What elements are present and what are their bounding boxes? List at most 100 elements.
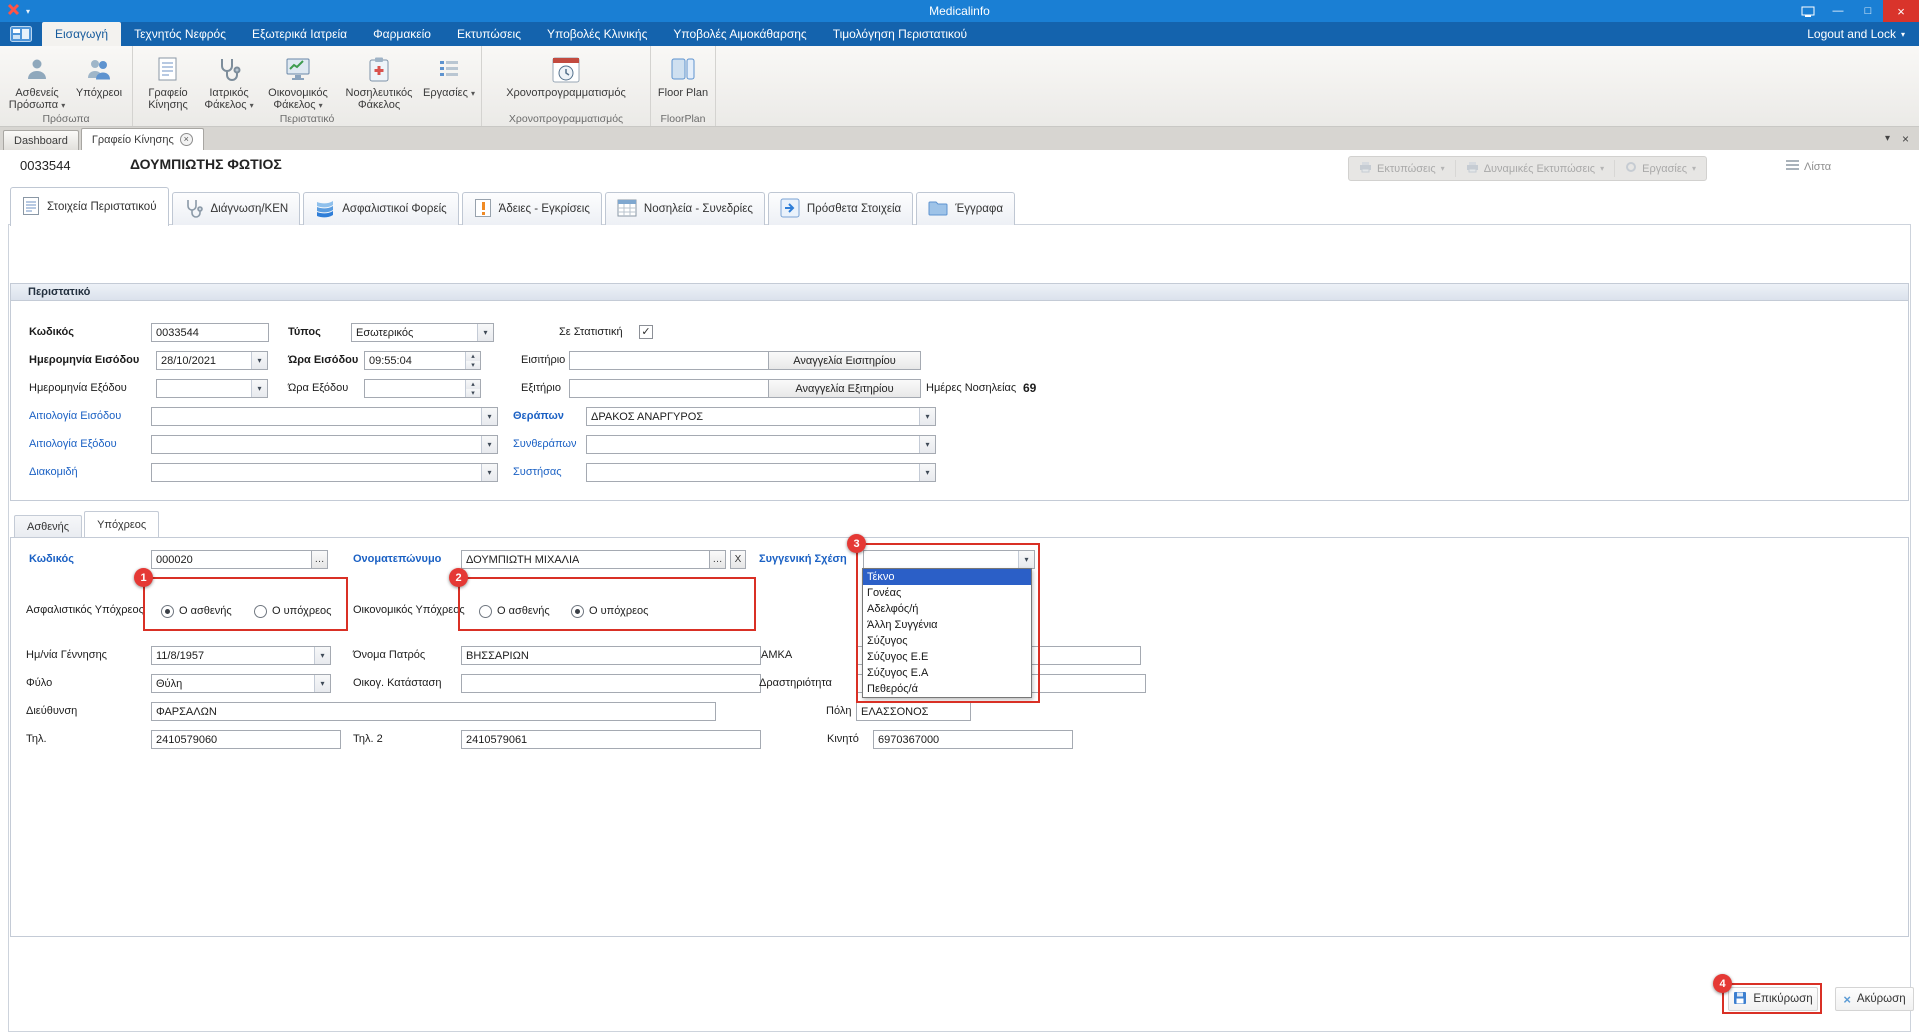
relation-option-syzygos[interactable]: Σύζυγος <box>863 633 1031 649</box>
tab-diagnosis-ken[interactable]: Διάγνωση/ΚΕΝ <box>172 192 301 225</box>
entry-reason-combo[interactable]: ▾ <box>151 407 498 426</box>
relation-label[interactable]: Συγγενική Σχέση <box>759 550 847 569</box>
menu-item-eksoterika-iatreia[interactable]: Εξωτερικά Ιατρεία <box>239 22 360 46</box>
address-input[interactable]: ΦΑΡΣΑΛΩΝ <box>151 702 716 721</box>
tab-close-icon[interactable]: × <box>180 133 193 146</box>
marital-status-input[interactable] <box>461 674 761 693</box>
obligors-button[interactable]: Υπόχρεοι <box>70 49 128 99</box>
insurance-obligor-radio-label[interactable]: Ο υπόχρεος <box>272 602 331 621</box>
confirm-button[interactable]: Επικύρωση <box>1728 987 1818 1011</box>
relation-option-petheros[interactable]: Πεθερός/ά <box>863 681 1031 697</box>
exit-time-input[interactable]: ▴▾ <box>364 379 481 398</box>
mobile-input[interactable]: 6970367000 <box>873 730 1073 749</box>
city-input[interactable]: ΕΛΑΣΣΟΝΟΣ <box>856 702 971 721</box>
tab-patient[interactable]: Ασθενής <box>14 515 82 537</box>
spin-down-icon[interactable]: ▾ <box>466 361 480 370</box>
floorplan-button[interactable]: Floor Plan <box>655 49 711 99</box>
exit-date-dropdown-icon[interactable]: ▾ <box>251 380 267 397</box>
co-doctor-combo[interactable]: ▾ <box>586 435 936 454</box>
birth-date-input[interactable]: 11/8/1957▾ <box>151 646 331 665</box>
entry-time-spinner[interactable]: ▴▾ <box>465 352 480 369</box>
exit-reason-label[interactable]: Αιτιολογία Εξόδου <box>29 435 117 454</box>
menu-item-eisagogi[interactable]: Εισαγωγή <box>42 22 121 46</box>
relation-option-syzygos-ee[interactable]: Σύζυγος Ε.Ε <box>863 649 1031 665</box>
discharge-input[interactable]: Αναγγελία Εξιτηρίου <box>569 379 921 398</box>
tab-obligor[interactable]: Υπόχρεος <box>84 511 159 537</box>
menu-item-ypovoles-aimokatharsis[interactable]: Υποβολές Αιμοκάθαρσης <box>660 22 819 46</box>
insurance-patient-radio-label[interactable]: Ο ασθενής <box>179 602 232 621</box>
incident-code-input[interactable]: 0033544 <box>151 323 269 342</box>
list-button[interactable]: Λίστα <box>1786 160 1831 174</box>
obligor-code-input[interactable]: 000020… <box>151 550 328 569</box>
tab-dashboard[interactable]: Dashboard <box>3 130 79 150</box>
tab-bar-close-icon[interactable]: × <box>1902 132 1909 146</box>
tab-incident-details[interactable]: Στοιχεία Περιστατικού <box>10 187 169 226</box>
discharge-announce-button[interactable]: Αναγγελία Εξιτηρίου <box>768 380 920 397</box>
logout-and-lock-button[interactable]: Logout and Lock ▾ <box>1807 22 1919 46</box>
insurance-patient-radio[interactable] <box>161 605 174 618</box>
phone2-input[interactable]: 2410579061 <box>461 730 761 749</box>
spin-down-icon[interactable]: ▾ <box>466 389 480 398</box>
referrer-dropdown-icon[interactable]: ▾ <box>919 464 935 481</box>
doctor-dropdown-icon[interactable]: ▾ <box>919 408 935 425</box>
close-button[interactable]: × <box>1883 0 1919 22</box>
dynamic-prints-button[interactable]: Δυναμικές Εκτυπώσεις ▾ <box>1456 157 1614 180</box>
menu-item-timologisi[interactable]: Τιμολόγηση Περιστατικού <box>820 22 980 46</box>
cancel-button[interactable]: × Ακύρωση <box>1835 987 1914 1011</box>
relation-option-alli-syggenia[interactable]: Άλλη Συγγένια <box>863 617 1031 633</box>
transport-label[interactable]: Διακομιδή <box>29 463 78 482</box>
entry-date-input[interactable]: 28/10/2021▾ <box>156 351 268 370</box>
ticket-input[interactable]: Αναγγελία Εισιτηρίου <box>569 351 921 370</box>
tab-hospitalization-sessions[interactable]: Νοσηλεία - Συνεδρίες <box>605 192 765 225</box>
exit-reason-combo[interactable]: ▾ <box>151 435 498 454</box>
obligor-name-label[interactable]: Ονοματεπώνυμο <box>353 550 441 569</box>
entry-reason-dropdown-icon[interactable]: ▾ <box>481 408 497 425</box>
financial-patient-radio-label[interactable]: Ο ασθενής <box>497 602 550 621</box>
maximize-button[interactable]: □ <box>1853 0 1883 22</box>
spin-up-icon[interactable]: ▴ <box>466 352 480 361</box>
ticket-announce-button[interactable]: Αναγγελία Εισιτηρίου <box>768 352 920 369</box>
patient-tasks-button[interactable]: Εργασίες ▾ <box>1615 157 1706 180</box>
app-menu-icon[interactable] <box>0 22 42 46</box>
tab-additional-details[interactable]: Πρόσθετα Στοιχεία <box>768 192 913 225</box>
financial-file-button[interactable]: Οικονομικός Φάκελος ▾ <box>259 49 337 112</box>
entry-date-dropdown-icon[interactable]: ▾ <box>251 352 267 369</box>
financial-patient-radio[interactable] <box>479 605 492 618</box>
spin-up-icon[interactable]: ▴ <box>466 380 480 389</box>
phone-input[interactable]: 2410579060 <box>151 730 341 749</box>
referrer-label[interactable]: Συστήσας <box>513 463 562 482</box>
tab-list-caret-icon[interactable]: ▾ <box>1885 133 1890 144</box>
relation-combo[interactable]: ▾ <box>863 550 1035 569</box>
obligor-code-label[interactable]: Κωδικός <box>29 550 74 569</box>
tab-documents[interactable]: Έγγραφα <box>916 192 1015 225</box>
incident-type-dropdown-icon[interactable]: ▾ <box>477 324 493 341</box>
nursing-file-button[interactable]: Νοσηλευτικός Φάκελος <box>337 49 421 112</box>
obligor-code-lookup-button[interactable]: … <box>311 551 327 568</box>
relation-option-adelfos[interactable]: Αδελφός/ή <box>863 601 1031 617</box>
tab-permits-approvals[interactable]: Άδειες - Εγκρίσεις <box>462 192 602 225</box>
exit-reason-dropdown-icon[interactable]: ▾ <box>481 436 497 453</box>
birth-date-dropdown-icon[interactable]: ▾ <box>314 647 330 664</box>
movement-office-button[interactable]: Γραφείο Κίνησης <box>137 49 199 112</box>
tab-insurance-funds[interactable]: Ασφαλιστικοί Φορείς <box>303 192 458 225</box>
relation-option-goneas[interactable]: Γονέας <box>863 585 1031 601</box>
exit-date-input[interactable]: ▾ <box>156 379 268 398</box>
scheduler-button[interactable]: Χρονοπρογραμματισμός <box>486 49 646 99</box>
doctor-combo[interactable]: ΔΡΑΚΟΣ ΑΝΑΡΓΥΡΟΣ▾ <box>586 407 936 426</box>
in-stats-checkbox[interactable]: ✓ <box>639 325 653 339</box>
relation-option-tekno[interactable]: Τέκνο <box>863 569 1031 585</box>
prints-button[interactable]: Εκτυπώσεις ▾ <box>1349 157 1455 180</box>
insurance-obligor-radio[interactable] <box>254 605 267 618</box>
tab-movement-office[interactable]: Γραφείο Κίνησης × <box>81 128 204 150</box>
display-icon[interactable] <box>1793 0 1823 22</box>
obligor-name-lookup-button[interactable]: … <box>709 551 725 568</box>
financial-obligor-radio-label[interactable]: Ο υπόχρεος <box>589 602 648 621</box>
gender-combo[interactable]: Θύλη▾ <box>151 674 331 693</box>
entry-time-input[interactable]: 09:55:04▴▾ <box>364 351 481 370</box>
menu-item-ektyposeis[interactable]: Εκτυπώσεις <box>444 22 534 46</box>
obligor-name-clear-button[interactable]: X <box>730 550 746 569</box>
co-doctor-label[interactable]: Συνθεράπων <box>513 435 576 454</box>
incident-type-combo[interactable]: Εσωτερικός▾ <box>351 323 494 342</box>
menu-item-texnitos-nefros[interactable]: Τεχνητός Νεφρός <box>121 22 239 46</box>
tasks-button[interactable]: Εργασίες ▾ <box>421 49 477 99</box>
